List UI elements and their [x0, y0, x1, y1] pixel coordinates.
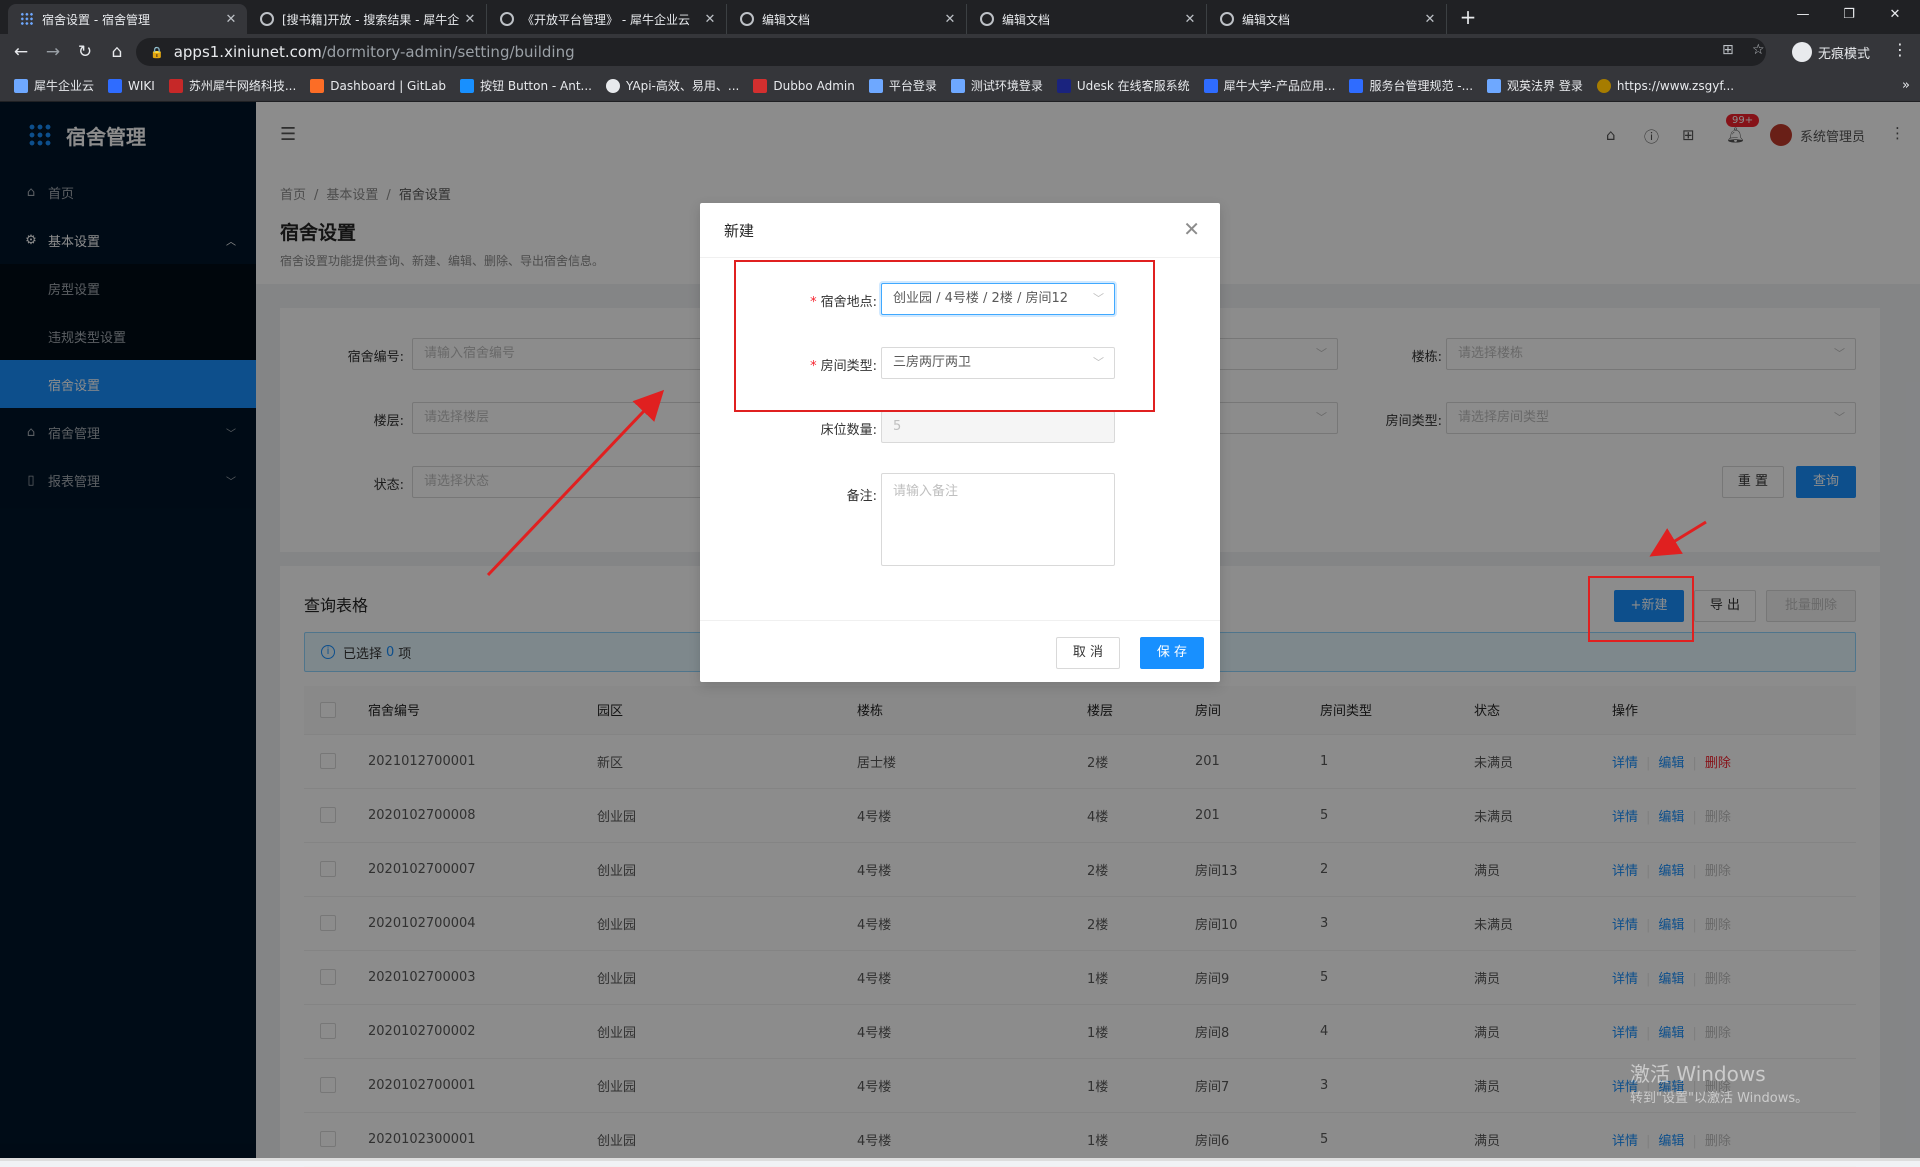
annotation-arrow — [1649, 520, 1707, 557]
watermark-line: 转到"设置"以激活 Windows。 — [1630, 1091, 1809, 1106]
watermark-line: 激活 Windows — [1630, 1062, 1766, 1086]
annotation-arrow — [486, 389, 665, 577]
annotation-arrows — [486, 389, 1707, 577]
windows-activation-watermark: 激活 Windows 转到"设置"以激活 Windows。 — [1630, 1058, 1808, 1106]
